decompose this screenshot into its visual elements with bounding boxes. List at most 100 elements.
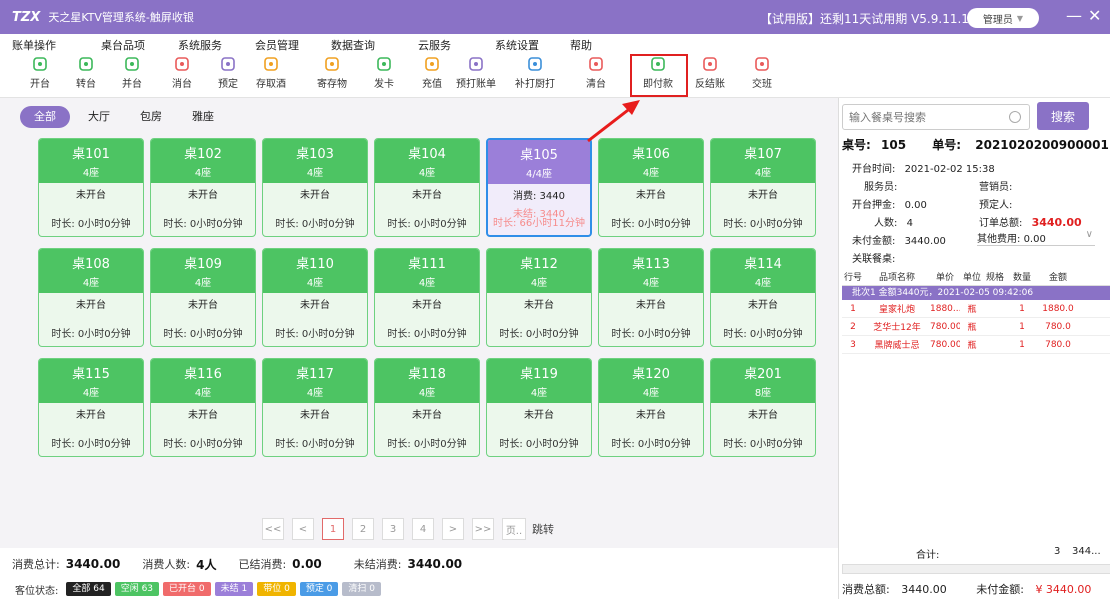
grid-cell-amount: 780.0 bbox=[1045, 321, 1071, 332]
table-card[interactable]: 桌201 8座 未开台 时长: 0小时0分钟 bbox=[710, 358, 816, 457]
table-card[interactable]: 桌116 4座 未开台 时长: 0小时0分钟 bbox=[150, 358, 256, 457]
table-card[interactable]: 桌102 4座 未开台 时长: 0小时0分钟 bbox=[150, 138, 256, 237]
table-seats: 4座 bbox=[754, 278, 772, 289]
table-seats: 4座 bbox=[82, 388, 100, 399]
table-card[interactable]: 桌112 4座 未开台 时长: 0小时0分钟 bbox=[486, 248, 592, 347]
toolbar-btn-3[interactable]: 消台 bbox=[162, 56, 202, 90]
menu-help[interactable]: 帮助 bbox=[570, 37, 592, 53]
table-card[interactable]: 桌103 4座 未开台 时长: 0小时0分钟 bbox=[262, 138, 368, 237]
table-card[interactable]: 桌119 4座 未开台 时长: 0小时0分钟 bbox=[486, 358, 592, 457]
toolbar-btn-8[interactable]: 充值 bbox=[412, 56, 452, 90]
toolbar-btn-2[interactable]: 并台 bbox=[112, 56, 152, 90]
toolbar-btn-11[interactable]: 清台 bbox=[576, 56, 616, 90]
people-value: 4人 bbox=[196, 557, 217, 572]
table-seats: 4座 bbox=[194, 388, 212, 399]
toolbar-btn-14[interactable]: 交班 bbox=[742, 56, 782, 90]
menu-member[interactable]: 会员管理 bbox=[255, 37, 299, 53]
search-button[interactable]: 搜索 bbox=[1037, 102, 1089, 130]
page-next-button[interactable]: > bbox=[442, 518, 464, 540]
toolbar-btn-12[interactable]: 即付款 bbox=[638, 56, 678, 90]
table-card[interactable]: 桌107 4座 未开台 时长: 0小时0分钟 bbox=[710, 138, 816, 237]
other-fee: 0.00 bbox=[1023, 234, 1046, 245]
area-tabs: 全部 大厅 包房 雅座 bbox=[20, 106, 232, 128]
area-tab-0[interactable]: 全部 bbox=[20, 106, 70, 128]
toolbar-btn-10[interactable]: 补打厨打 bbox=[515, 56, 555, 90]
page-button[interactable]: 4 bbox=[412, 518, 434, 540]
sales-label: 营销员: bbox=[979, 182, 1013, 193]
grid-row[interactable]: 2 芝华士12年 780.00 瓶 1 780.0 bbox=[842, 318, 1110, 336]
status-badge[interactable]: 清扫 0 bbox=[342, 582, 381, 596]
booker-label: 预定人: bbox=[979, 200, 1013, 211]
table-card[interactable]: 桌114 4座 未开台 时长: 0小时0分钟 bbox=[710, 248, 816, 347]
area-tab-3[interactable]: 雅座 bbox=[180, 106, 226, 128]
table-duration: 时长: 0小时0分钟 bbox=[499, 329, 579, 340]
grid-col-header: 规格 bbox=[985, 273, 1004, 283]
table-card[interactable]: 桌118 4座 未开台 时长: 0小时0分钟 bbox=[374, 358, 480, 457]
page-input[interactable]: 页.. bbox=[502, 518, 526, 540]
toolbar-label: 寄存物 bbox=[317, 79, 347, 90]
jump-button[interactable]: 跳转 bbox=[532, 521, 554, 537]
table-card-header: 桌112 4座 bbox=[487, 249, 591, 293]
table-seats: 4座 bbox=[418, 388, 436, 399]
page-prev-button[interactable]: < bbox=[292, 518, 314, 540]
menu-system-service[interactable]: 系统服务 bbox=[178, 37, 222, 53]
table-card[interactable]: 桌101 4座 未开台 时长: 0小时0分钟 bbox=[38, 138, 144, 237]
toolbar-btn-0[interactable]: 开台 bbox=[20, 56, 60, 90]
status-badge[interactable]: 预定 0 bbox=[299, 582, 339, 596]
title-bar: TZX 天之星KTV管理系统-触屏收银 【试用版】还剩11天试用期 V5.9.1… bbox=[0, 0, 1110, 34]
close-icon[interactable]: ✕ bbox=[1088, 6, 1101, 26]
table-name: 桌105 bbox=[520, 148, 558, 163]
toolbar-btn-5[interactable]: 存取酒 bbox=[251, 56, 291, 90]
user-dropdown[interactable]: 管理员 ▼ bbox=[967, 8, 1039, 28]
toolbar-btn-1[interactable]: 转台 bbox=[66, 56, 106, 90]
table-search-input[interactable] bbox=[843, 105, 1003, 129]
table-card[interactable]: 桌104 4座 未开台 时长: 0小时0分钟 bbox=[374, 138, 480, 237]
status-badge[interactable]: 未结 1 bbox=[214, 582, 254, 596]
table-card[interactable]: 桌111 4座 未开台 时长: 0小时0分钟 bbox=[374, 248, 480, 347]
table-card[interactable]: 桌105 4/4座 消费: 3440 未结: 3440 时长: 66小时11分钟 bbox=[486, 138, 592, 237]
table-card[interactable]: 桌113 4座 未开台 时长: 0小时0分钟 bbox=[598, 248, 704, 347]
page-button[interactable]: 1 bbox=[322, 518, 344, 540]
table-card[interactable]: 桌115 4座 未开台 时长: 0小时0分钟 bbox=[38, 358, 144, 457]
page-button[interactable]: 3 bbox=[382, 518, 404, 540]
grid-row[interactable]: 1 皇家礼炮 1880.... 瓶 1 1880.0 bbox=[842, 300, 1110, 318]
other-fee-select[interactable]: 其他费用: 0.00 ∨ bbox=[977, 229, 1095, 246]
status-badge[interactable]: 全部 64 bbox=[66, 582, 111, 596]
people-row: 人数: 4 bbox=[874, 214, 913, 229]
page-last-button[interactable]: >> bbox=[472, 518, 494, 540]
toolbar-btn-4[interactable]: 预定 bbox=[208, 56, 248, 90]
grid-row[interactable]: 3 黑牌威士忌 780.00 瓶 1 780.0 bbox=[842, 336, 1110, 354]
page-first-button[interactable]: << bbox=[262, 518, 284, 540]
menu-table-items[interactable]: 桌台品项 bbox=[101, 37, 145, 53]
table-card[interactable]: 桌109 4座 未开台 时长: 0小时0分钟 bbox=[150, 248, 256, 347]
total-label: 消费总计: bbox=[12, 558, 60, 571]
menu-data-query[interactable]: 数据查询 bbox=[331, 37, 375, 53]
table-card[interactable]: 桌117 4座 未开台 时长: 0小时0分钟 bbox=[262, 358, 368, 457]
table-card[interactable]: 桌108 4座 未开台 时长: 0小时0分钟 bbox=[38, 248, 144, 347]
page-button[interactable]: 2 bbox=[352, 518, 374, 540]
status-badge[interactable]: 带位 0 bbox=[257, 582, 296, 596]
toolbar-btn-7[interactable]: 发卡 bbox=[364, 56, 404, 90]
area-tab-1[interactable]: 大厅 bbox=[76, 106, 122, 128]
table-card[interactable]: 桌120 4座 未开台 时长: 0小时0分钟 bbox=[598, 358, 704, 457]
pagination: << <1 2 3 4 > >> 页.. 跳转 bbox=[262, 518, 554, 540]
toolbar-btn-9[interactable]: 预打账单 bbox=[456, 56, 496, 90]
clear-icon[interactable] bbox=[1009, 111, 1021, 123]
settled-value: 0.00 bbox=[292, 557, 322, 571]
area-tab-2[interactable]: 包房 bbox=[128, 106, 174, 128]
order-items-grid: 行号 品项名称 单价 单位 规格 数量 金额 批次1 金额3440元，2021-02-05 0… bbox=[842, 268, 1110, 354]
status-badge[interactable]: 已开台 0 bbox=[163, 582, 211, 596]
status-badge[interactable]: 空闲 63 bbox=[114, 582, 160, 596]
menu-cloud[interactable]: 云服务 bbox=[418, 37, 451, 53]
table-card-header: 桌114 4座 bbox=[711, 249, 815, 293]
table-name: 桌111 bbox=[408, 257, 446, 272]
toolbar-btn-6[interactable]: 寄存物 bbox=[312, 56, 352, 90]
table-card[interactable]: 桌110 4座 未开台 时长: 0小时0分钟 bbox=[262, 248, 368, 347]
toolbar-btn-13[interactable]: 反结账 bbox=[690, 56, 730, 90]
table-name: 桌113 bbox=[632, 257, 670, 272]
menu-bill-ops[interactable]: 账单操作 bbox=[12, 37, 56, 53]
minimize-icon[interactable]: — bbox=[1066, 6, 1082, 26]
horizontal-scrollbar[interactable] bbox=[842, 564, 1110, 574]
menu-settings[interactable]: 系统设置 bbox=[495, 37, 539, 53]
table-card[interactable]: 桌106 4座 未开台 时长: 0小时0分钟 bbox=[598, 138, 704, 237]
